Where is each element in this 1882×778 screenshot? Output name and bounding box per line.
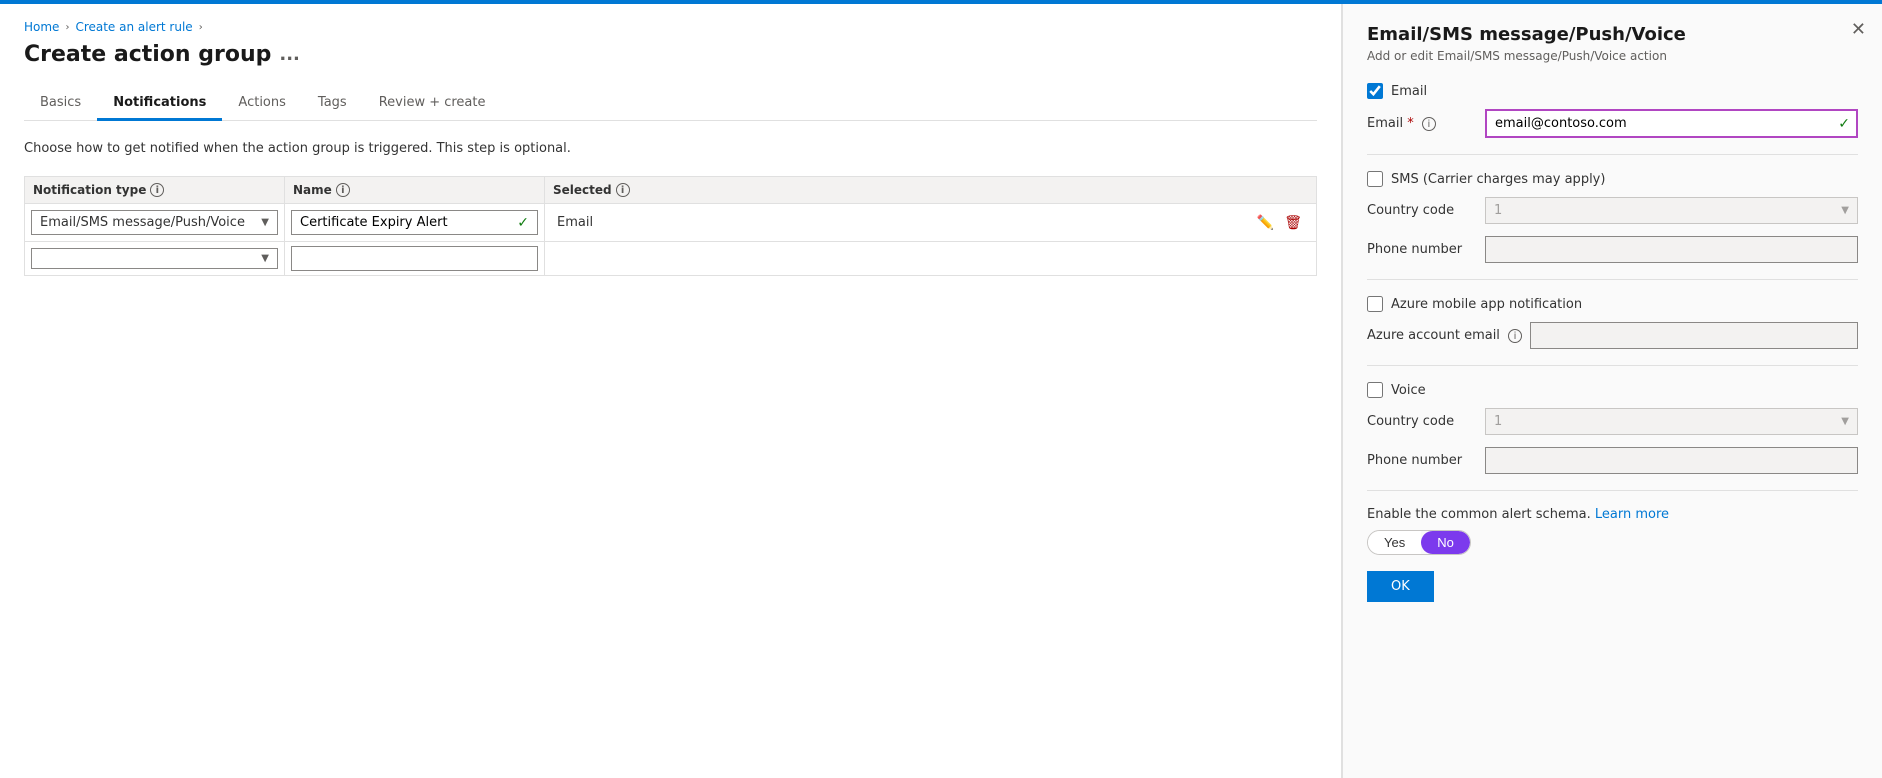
email-input-wrap: ✓ bbox=[1485, 109, 1858, 138]
table-row-empty: ▼ bbox=[25, 242, 1317, 276]
email-field-info-icon[interactable]: i bbox=[1422, 117, 1436, 131]
tab-description: Choose how to get notified when the acti… bbox=[24, 141, 1317, 156]
azure-email-input[interactable] bbox=[1530, 322, 1858, 349]
voice-label: Voice bbox=[1391, 383, 1426, 398]
table-row: Email/SMS message/Push/Voice ▼ ✓ Email bbox=[25, 204, 1317, 242]
notification-type-info-icon[interactable]: i bbox=[150, 183, 164, 197]
voice-country-code-label: Country code bbox=[1367, 414, 1477, 429]
sms-country-code-label: Country code bbox=[1367, 203, 1477, 218]
panel-title: Email/SMS message/Push/Voice bbox=[1367, 24, 1828, 45]
delete-row-button[interactable]: 🗑 bbox=[1282, 212, 1304, 233]
notification-type-cell: Email/SMS message/Push/Voice ▼ bbox=[25, 204, 285, 242]
selected-value: Email bbox=[557, 215, 593, 230]
name-input-empty[interactable] bbox=[292, 247, 537, 270]
sms-section: SMS (Carrier charges may apply) bbox=[1367, 171, 1858, 187]
divider-4 bbox=[1367, 490, 1858, 491]
tab-review-create[interactable]: Review + create bbox=[363, 87, 502, 121]
common-schema-label: Enable the common alert schema. Learn mo… bbox=[1367, 507, 1858, 522]
email-section: Email bbox=[1367, 83, 1858, 99]
breadcrumb-sep-1: › bbox=[65, 22, 69, 33]
voice-country-code-value: 1 bbox=[1494, 414, 1502, 429]
sms-phone-row: Phone number bbox=[1367, 236, 1858, 263]
ok-button[interactable]: OK bbox=[1367, 571, 1434, 602]
azure-email-label: Azure account email i bbox=[1367, 328, 1522, 344]
email-label: Email bbox=[1391, 84, 1427, 99]
voice-checkbox[interactable] bbox=[1367, 382, 1383, 398]
sms-phone-label: Phone number bbox=[1367, 242, 1477, 257]
tab-basics[interactable]: Basics bbox=[24, 87, 97, 121]
voice-section: Voice bbox=[1367, 382, 1858, 398]
col-header-selected: Selected i bbox=[545, 177, 1317, 204]
sms-country-code-select[interactable]: 1 ▼ bbox=[1485, 197, 1858, 224]
name-cell: ✓ bbox=[285, 204, 545, 242]
notification-type-value: Email/SMS message/Push/Voice bbox=[40, 215, 245, 230]
name-checkmark-icon: ✓ bbox=[509, 215, 537, 231]
azure-email-info-icon[interactable]: i bbox=[1508, 329, 1522, 343]
email-input[interactable] bbox=[1485, 109, 1858, 138]
sms-country-code-row: Country code 1 ▼ bbox=[1367, 197, 1858, 224]
voice-country-code-select[interactable]: 1 ▼ bbox=[1485, 408, 1858, 435]
name-input-container: ✓ bbox=[291, 210, 538, 235]
voice-country-code-chevron: ▼ bbox=[1841, 416, 1849, 427]
sms-country-code-chevron: ▼ bbox=[1841, 205, 1849, 216]
voice-phone-input[interactable] bbox=[1485, 447, 1858, 474]
notifications-table: Notification type i Name i Selected bbox=[24, 176, 1317, 276]
breadcrumb-alert-rule[interactable]: Create an alert rule bbox=[75, 20, 192, 34]
toggle-yes-button[interactable]: Yes bbox=[1368, 531, 1421, 554]
email-field-label: Email * i bbox=[1367, 116, 1477, 132]
voice-phone-label: Phone number bbox=[1367, 453, 1477, 468]
toggle-no-button[interactable]: No bbox=[1421, 531, 1470, 554]
notification-type-dropdown-empty[interactable]: ▼ bbox=[31, 248, 278, 269]
email-check-icon: ✓ bbox=[1838, 116, 1850, 132]
email-required-asterisk: * bbox=[1407, 116, 1414, 131]
page-title: Create action group bbox=[24, 42, 271, 67]
sms-label: SMS (Carrier charges may apply) bbox=[1391, 172, 1605, 187]
common-schema-row: Enable the common alert schema. Learn mo… bbox=[1367, 507, 1858, 555]
toggle-group: Yes No bbox=[1367, 530, 1471, 555]
page-header: Create action group ... bbox=[24, 42, 1317, 67]
panel-subtitle: Add or edit Email/SMS message/Push/Voice… bbox=[1367, 49, 1858, 63]
voice-phone-row: Phone number bbox=[1367, 447, 1858, 474]
name-cell-empty bbox=[285, 242, 545, 276]
selected-cell-container: Email ✏️ 🗑 bbox=[545, 204, 1317, 242]
tab-tags[interactable]: Tags bbox=[302, 87, 363, 121]
selected-info-icon[interactable]: i bbox=[616, 183, 630, 197]
breadcrumb-home[interactable]: Home bbox=[24, 20, 59, 34]
notification-type-dropdown[interactable]: Email/SMS message/Push/Voice ▼ bbox=[31, 210, 278, 235]
tab-actions[interactable]: Actions bbox=[222, 87, 302, 121]
divider-3 bbox=[1367, 365, 1858, 366]
learn-more-link[interactable]: Learn more bbox=[1595, 507, 1669, 522]
page-title-dots[interactable]: ... bbox=[279, 44, 300, 65]
col-header-name: Name i bbox=[285, 177, 545, 204]
notification-type-cell-empty: ▼ bbox=[25, 242, 285, 276]
azure-checkbox[interactable] bbox=[1367, 296, 1383, 312]
azure-label: Azure mobile app notification bbox=[1391, 297, 1582, 312]
sms-checkbox[interactable] bbox=[1367, 171, 1383, 187]
name-input-container-empty bbox=[291, 246, 538, 271]
right-panel: ✕ Email/SMS message/Push/Voice Add or ed… bbox=[1342, 4, 1882, 778]
name-input[interactable] bbox=[292, 211, 509, 234]
notification-type-empty-chevron: ▼ bbox=[261, 253, 269, 264]
col-header-notification-type: Notification type i bbox=[25, 177, 285, 204]
left-panel: Home › Create an alert rule › Create act… bbox=[0, 4, 1342, 778]
breadcrumb-sep-2: › bbox=[199, 22, 203, 33]
sms-phone-input[interactable] bbox=[1485, 236, 1858, 263]
azure-email-row: Azure account email i bbox=[1367, 322, 1858, 349]
azure-section: Azure mobile app notification bbox=[1367, 296, 1858, 312]
selected-cell-empty bbox=[545, 242, 1317, 276]
divider-2 bbox=[1367, 279, 1858, 280]
tab-notifications[interactable]: Notifications bbox=[97, 87, 222, 121]
voice-country-code-row: Country code 1 ▼ bbox=[1367, 408, 1858, 435]
divider-1 bbox=[1367, 154, 1858, 155]
panel-close-button[interactable]: ✕ bbox=[1851, 20, 1866, 38]
breadcrumb: Home › Create an alert rule › bbox=[24, 20, 1317, 34]
email-field-row: Email * i ✓ bbox=[1367, 109, 1858, 138]
notification-type-chevron: ▼ bbox=[261, 217, 269, 228]
tab-bar: Basics Notifications Actions Tags Review… bbox=[24, 87, 1317, 121]
edit-row-button[interactable]: ✏️ bbox=[1255, 212, 1276, 233]
name-info-icon[interactable]: i bbox=[336, 183, 350, 197]
sms-country-code-value: 1 bbox=[1494, 203, 1502, 218]
email-checkbox[interactable] bbox=[1367, 83, 1383, 99]
